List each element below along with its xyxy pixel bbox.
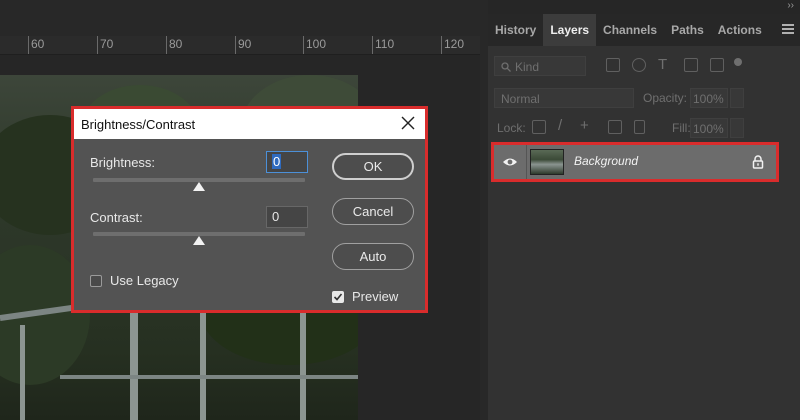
- panel-header-strip: ››: [488, 0, 800, 14]
- ruler-label: 60: [31, 37, 45, 51]
- brightness-contrast-dialog: Brightness/Contrast Brightness: 0 Contra…: [71, 106, 428, 313]
- ok-button[interactable]: OK: [332, 153, 414, 180]
- lock-label: Lock:: [497, 121, 526, 135]
- cancel-button[interactable]: Cancel: [332, 198, 414, 225]
- layer-filter-row: Kind T: [494, 54, 794, 80]
- contrast-label: Contrast:: [90, 210, 143, 225]
- blend-mode-select[interactable]: Normal: [494, 88, 634, 108]
- ruler-label: 70: [100, 37, 114, 51]
- ruler-label: 110: [375, 37, 395, 51]
- ruler-label: 100: [306, 37, 327, 51]
- dialog-title: Brightness/Contrast: [81, 117, 196, 132]
- preview-label[interactable]: Preview: [352, 289, 398, 304]
- lock-position-icon[interactable]: +: [580, 117, 589, 134]
- visibility-toggle[interactable]: [494, 145, 527, 179]
- pixel-filter-icon[interactable]: [606, 58, 620, 72]
- adjustment-filter-icon[interactable]: [632, 58, 646, 72]
- horizontal-ruler: 60 70 80 90 100 110 120: [0, 36, 480, 55]
- lock-transparent-pixels-icon[interactable]: [532, 120, 546, 134]
- eye-icon: [503, 158, 517, 166]
- kind-filter-select[interactable]: Kind: [494, 56, 586, 76]
- tab-actions[interactable]: Actions: [711, 14, 769, 46]
- brightness-value: 0: [272, 154, 282, 169]
- ruler-tick: [28, 36, 29, 54]
- opacity-value: 100%: [693, 92, 724, 106]
- search-icon: [501, 62, 511, 72]
- use-legacy-checkbox[interactable]: [90, 275, 102, 287]
- ruler-tick: [235, 36, 236, 54]
- type-filter-icon[interactable]: T: [658, 56, 667, 73]
- blend-mode-value: Normal: [501, 92, 540, 106]
- ruler-label: 120: [444, 37, 465, 51]
- tab-paths[interactable]: Paths: [664, 14, 711, 46]
- bridge-post: [200, 307, 206, 420]
- lock-row: Lock: / + Fill: 100%: [494, 116, 794, 142]
- bridge-rail: [60, 375, 358, 379]
- fill-input[interactable]: 100%: [690, 118, 728, 138]
- close-icon[interactable]: [401, 116, 415, 130]
- dialog-titlebar[interactable]: Brightness/Contrast: [74, 109, 425, 139]
- bridge-post: [300, 310, 306, 420]
- panel-tabs: History Layers Channels Paths Actions: [488, 14, 800, 46]
- layer-row-background[interactable]: Background: [491, 142, 779, 182]
- lock-all-icon[interactable]: [634, 120, 645, 134]
- blend-mode-row: Normal Opacity: 100%: [494, 86, 794, 112]
- shape-filter-icon[interactable]: [684, 58, 698, 72]
- lock-artboard-icon[interactable]: [608, 120, 622, 134]
- opacity-dropdown-button[interactable]: [730, 88, 744, 108]
- brightness-slider-thumb[interactable]: [193, 182, 205, 191]
- layer-thumbnail: [530, 149, 564, 175]
- lock-image-pixels-icon[interactable]: /: [558, 117, 562, 134]
- bridge-post: [130, 313, 138, 420]
- tab-layers[interactable]: Layers: [543, 14, 597, 46]
- panel-menu-icon[interactable]: [782, 22, 794, 36]
- contrast-input[interactable]: 0: [266, 206, 308, 228]
- ruler-label: 80: [169, 37, 183, 51]
- collapse-panels-icon[interactable]: ››: [787, 0, 794, 11]
- layer-name[interactable]: Background: [574, 154, 638, 168]
- opacity-input[interactable]: 100%: [690, 88, 728, 108]
- fill-value: 100%: [693, 122, 724, 136]
- ruler-label: 90: [238, 37, 252, 51]
- brightness-input[interactable]: 0: [266, 151, 308, 173]
- ruler-tick: [303, 36, 304, 54]
- layers-panel: ›› History Layers Channels Paths Actions…: [488, 0, 800, 420]
- preview-checkbox[interactable]: [332, 291, 344, 303]
- opacity-label: Opacity:: [643, 91, 688, 105]
- ruler-tick: [166, 36, 167, 54]
- fill-dropdown-button[interactable]: [730, 118, 744, 138]
- brightness-label: Brightness:: [90, 155, 156, 170]
- ruler-tick: [97, 36, 98, 54]
- auto-button[interactable]: Auto: [332, 243, 414, 270]
- bridge-post: [20, 325, 25, 420]
- checkmark-icon: [333, 293, 343, 301]
- ruler-tick: [441, 36, 442, 54]
- filter-toggle-icon[interactable]: [734, 58, 742, 66]
- kind-filter-label: Kind: [515, 60, 540, 74]
- smart-object-filter-icon[interactable]: [710, 58, 724, 72]
- tab-history[interactable]: History: [488, 14, 543, 46]
- use-legacy-label[interactable]: Use Legacy: [110, 273, 179, 288]
- tab-channels[interactable]: Channels: [596, 14, 664, 46]
- contrast-value: 0: [272, 209, 280, 224]
- fill-label: Fill:: [672, 121, 691, 135]
- lock-icon: [752, 155, 764, 169]
- dialog-body: Brightness: 0 Contrast: 0 Use Legacy OK …: [74, 139, 425, 310]
- ruler-tick: [372, 36, 373, 54]
- contrast-slider-thumb[interactable]: [193, 236, 205, 245]
